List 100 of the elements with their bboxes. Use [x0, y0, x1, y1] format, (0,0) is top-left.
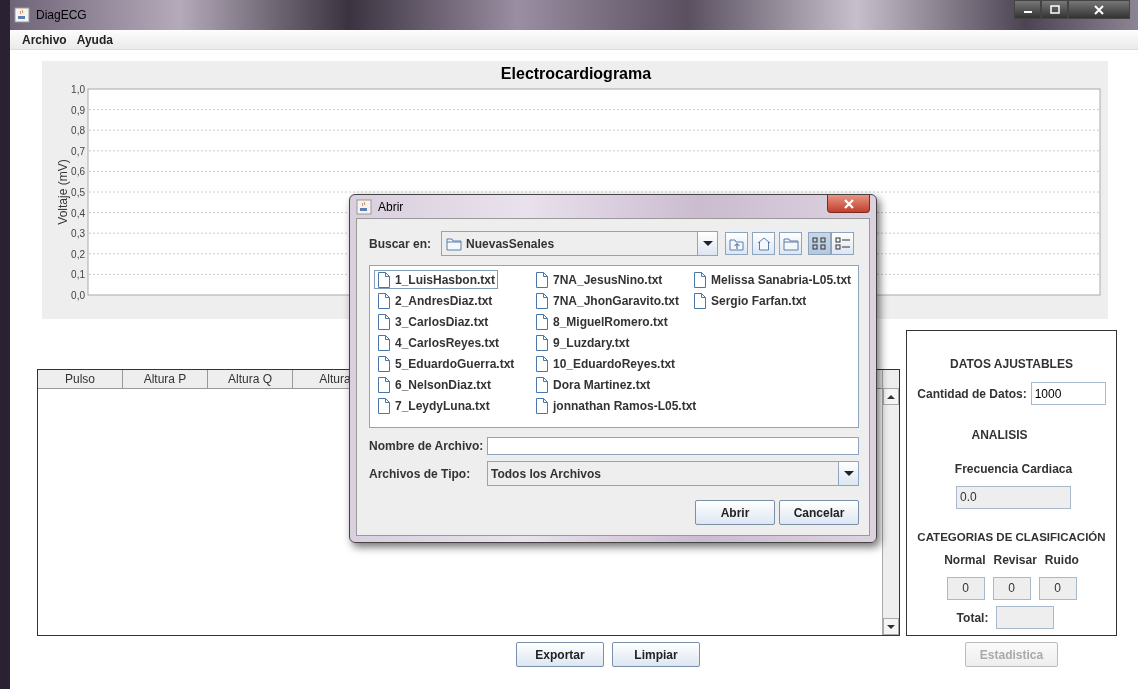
file-item[interactable]: 9_Luzdary.txt	[532, 333, 633, 352]
file-item[interactable]: 1_LuisHasbon.txt	[374, 270, 499, 289]
menu-item[interactable]: Ayuda	[76, 30, 113, 49]
close-icon	[843, 198, 854, 209]
file-icon	[377, 397, 391, 414]
file-icon	[377, 313, 391, 330]
count-field: 0	[992, 577, 1031, 601]
action-button[interactable]: Limpiar	[612, 642, 700, 667]
file-item[interactable]: 8_MiguelRomero.txt	[532, 312, 671, 331]
minimize-button[interactable]	[1014, 0, 1041, 19]
folder-icon	[782, 236, 799, 251]
menu-item[interactable]: Archivo	[22, 30, 67, 49]
tick-label: 0,6	[71, 166, 85, 178]
tick-label: 0,0	[71, 290, 85, 301]
field-label: Total:	[956, 609, 989, 627]
file-item[interactable]: 7NA_JhonGaravito.txt	[532, 291, 683, 310]
folder-dropdown[interactable]: NuevasSenales	[441, 231, 719, 256]
list-view-icon	[811, 236, 828, 251]
tick-label: 0,2	[71, 248, 85, 260]
close-icon	[1094, 4, 1104, 15]
file-icon	[377, 292, 391, 309]
maximize-button[interactable]	[1041, 0, 1068, 19]
dialog-button[interactable]: Abrir	[695, 500, 775, 525]
tick-label: 0,7	[71, 145, 85, 157]
column-header[interactable]: Pulso	[38, 370, 123, 388]
up-folder-icon	[728, 236, 745, 251]
maximize-icon	[1049, 5, 1060, 14]
file-icon	[535, 334, 549, 351]
list-view-button[interactable]	[808, 232, 832, 255]
column-header[interactable]: Altura Q	[208, 370, 293, 388]
file-item[interactable]: 4_CarlosReyes.txt	[374, 333, 503, 352]
tick-label: 0,3	[71, 228, 85, 240]
file-icon	[377, 334, 391, 351]
file-item[interactable]: 7NA_JesusNino.txt	[532, 270, 666, 289]
up-folder-button[interactable]	[725, 232, 749, 255]
field-label: Buscar en:	[369, 235, 432, 253]
section-heading: ANALISIS	[971, 427, 1028, 444]
data-count-field[interactable]: 1000	[1030, 382, 1106, 405]
file-item[interactable]: jonnathan Ramos-L05.txt	[532, 396, 700, 415]
column-header[interactable]: Altura P	[123, 370, 208, 388]
home-button[interactable]	[752, 232, 776, 255]
file-item[interactable]: Dora Martinez.txt	[532, 375, 654, 394]
section-heading: CATEGORIAS DE CLASIFICACIÓN	[917, 530, 1106, 545]
field-label: Archivos de Tipo:	[369, 465, 472, 483]
caret-icon	[843, 471, 854, 476]
file-icon	[377, 271, 391, 288]
file-item[interactable]: 5_EduardoGuerra.txt	[374, 354, 518, 373]
file-icon	[535, 397, 549, 414]
tick-label: 0,9	[71, 104, 85, 116]
dialog-button[interactable]: Cancelar	[779, 500, 859, 525]
close-button[interactable]	[827, 195, 870, 213]
app-icon	[356, 198, 372, 215]
field-label: Frecuencia Cardiaca	[954, 461, 1073, 478]
app-icon	[14, 7, 30, 23]
axis-label: Voltaje (mV)	[56, 159, 70, 225]
file-item[interactable]: 3_CarlosDiaz.txt	[374, 312, 492, 331]
category-label: Ruido	[1044, 552, 1079, 570]
chart-title: Electrocardiograma	[500, 65, 652, 82]
folder-icon	[446, 236, 463, 251]
tick-label: 0,5	[71, 187, 85, 198]
file-icon	[693, 271, 707, 288]
dropdown-value: Todos los Archivos	[491, 465, 601, 483]
category-label: Revisar	[993, 552, 1037, 570]
folder-name: NuevasSenales	[466, 235, 555, 253]
action-button[interactable]: Exportar	[516, 642, 604, 667]
details-view-icon	[834, 236, 851, 251]
window-title: DiagECG	[36, 7, 87, 24]
file-item[interactable]: Melissa Sanabria-L05.txt	[690, 270, 855, 289]
file-item[interactable]: Sergio Farfan.txt	[690, 291, 810, 310]
count-field: 0	[1038, 577, 1077, 601]
tick-label: 0,8	[71, 125, 85, 137]
file-icon	[535, 355, 549, 372]
file-item[interactable]: 7_LeydyLuna.txt	[374, 396, 493, 415]
file-item[interactable]: 10_EduardoReyes.txt	[532, 354, 679, 373]
home-icon	[755, 236, 772, 251]
section-heading: DATOS AJUSTABLES	[950, 356, 1073, 373]
details-view-button[interactable]	[831, 232, 855, 255]
file-type-dropdown[interactable]: Todos los Archivos	[487, 461, 859, 486]
file-icon	[535, 292, 549, 309]
file-icon	[377, 376, 391, 393]
file-name-field[interactable]	[487, 437, 859, 455]
close-button[interactable]	[1068, 0, 1130, 19]
scrollbar[interactable]	[882, 370, 899, 635]
file-icon	[535, 313, 549, 330]
caret-icon	[702, 241, 713, 246]
tick-label: 0,4	[71, 207, 85, 219]
dialog-title: Abrir	[378, 198, 404, 216]
tick-label: 0,1	[71, 269, 85, 281]
file-icon	[693, 292, 707, 309]
field-label: Nombre de Archivo:	[369, 438, 485, 455]
file-icon	[535, 376, 549, 393]
count-field: 0	[946, 577, 985, 601]
new-folder-button[interactable]	[779, 232, 803, 255]
file-icon	[377, 355, 391, 372]
field-label: Cantidad de Datos:	[917, 385, 1027, 403]
file-icon	[535, 271, 549, 288]
category-label: Normal	[944, 552, 986, 570]
heart-rate-field: 0.0	[956, 486, 1071, 509]
file-item[interactable]: 2_AndresDiaz.txt	[374, 291, 496, 310]
scroll-up-icon	[887, 393, 895, 400]
